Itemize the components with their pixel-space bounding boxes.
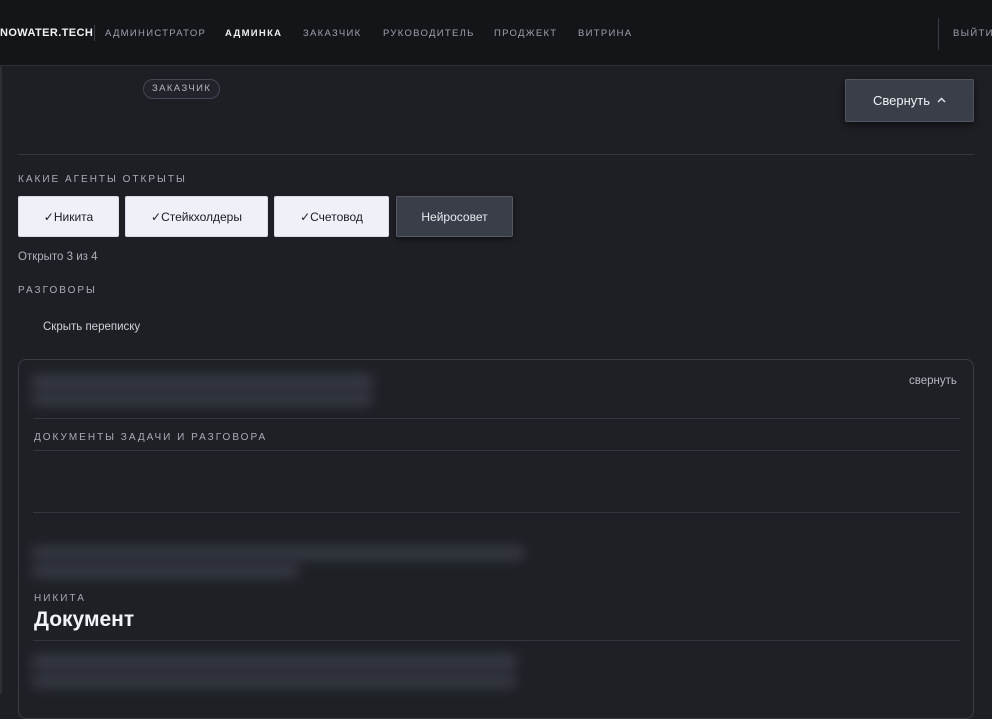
nav-link-customer[interactable]: ЗАКАЗЧИК — [303, 28, 361, 39]
panel-collapse-link[interactable]: свернуть — [909, 375, 957, 387]
agents-opened-count: Открыто 3 из 4 — [18, 251, 98, 263]
redacted-text — [31, 392, 373, 406]
logout-divider — [938, 18, 939, 50]
document-title: Документ — [34, 608, 135, 631]
panel-divider — [33, 450, 960, 451]
redacted-text — [31, 564, 299, 578]
top-navigation-bar: NOWATER.TECH АДМИНИСТРАТОР АДМИНКА ЗАКАЗ… — [0, 0, 992, 66]
nav-link-administrator[interactable]: АДМИНИСТРАТОР — [105, 28, 206, 39]
nav-link-project[interactable]: ПРОДЖЕКТ — [494, 28, 557, 39]
conversations-section-title: РАЗГОВОРЫ — [18, 285, 97, 296]
panel-divider — [33, 512, 960, 513]
redacted-text — [31, 374, 373, 390]
conversation-panel: свернуть ДОКУМЕНТЫ ЗАДАЧИ И РАЗГОВОРА НИ… — [18, 359, 974, 719]
documents-section-title: ДОКУМЕНТЫ ЗАДАЧИ И РАЗГОВОРА — [34, 432, 268, 443]
document-owner: НИКИТА — [34, 593, 86, 604]
collapse-button-label: Свернуть — [872, 93, 930, 108]
agent-toggle-accountant[interactable]: ✓Счетовод — [274, 196, 389, 237]
nav-link-admin-panel[interactable]: АДМИНКА — [225, 28, 282, 39]
nav-link-showcase[interactable]: ВИТРИНА — [578, 28, 632, 39]
logout-link[interactable]: ВЫЙТИ — [953, 28, 992, 39]
brand-logo[interactable]: NOWATER.TECH — [0, 27, 93, 39]
agent-toggle-neurocouncil[interactable]: Нейросовет — [396, 196, 513, 237]
brand-divider — [94, 25, 95, 41]
agent-toggle-stakeholders[interactable]: ✓Стейкхолдеры — [125, 196, 268, 237]
chevron-up-icon — [937, 95, 946, 106]
hide-chat-button[interactable]: Скрыть переписку — [43, 321, 140, 333]
panel-divider — [33, 640, 960, 641]
redacted-text — [31, 546, 525, 560]
collapse-button[interactable]: Свернуть — [845, 79, 974, 122]
redacted-text — [31, 674, 517, 688]
redacted-text — [31, 654, 517, 670]
nav-link-manager[interactable]: РУКОВОДИТЕЛЬ — [383, 28, 475, 39]
panel-divider — [33, 418, 960, 419]
agent-toggle-nikita[interactable]: ✓Никита — [18, 196, 119, 237]
section-divider — [18, 154, 974, 155]
left-rail — [0, 66, 2, 694]
agents-section-title: КАКИЕ АГЕНТЫ ОТКРЫТЫ — [18, 174, 187, 185]
role-badge: ЗАКАЗЧИК — [143, 79, 221, 99]
